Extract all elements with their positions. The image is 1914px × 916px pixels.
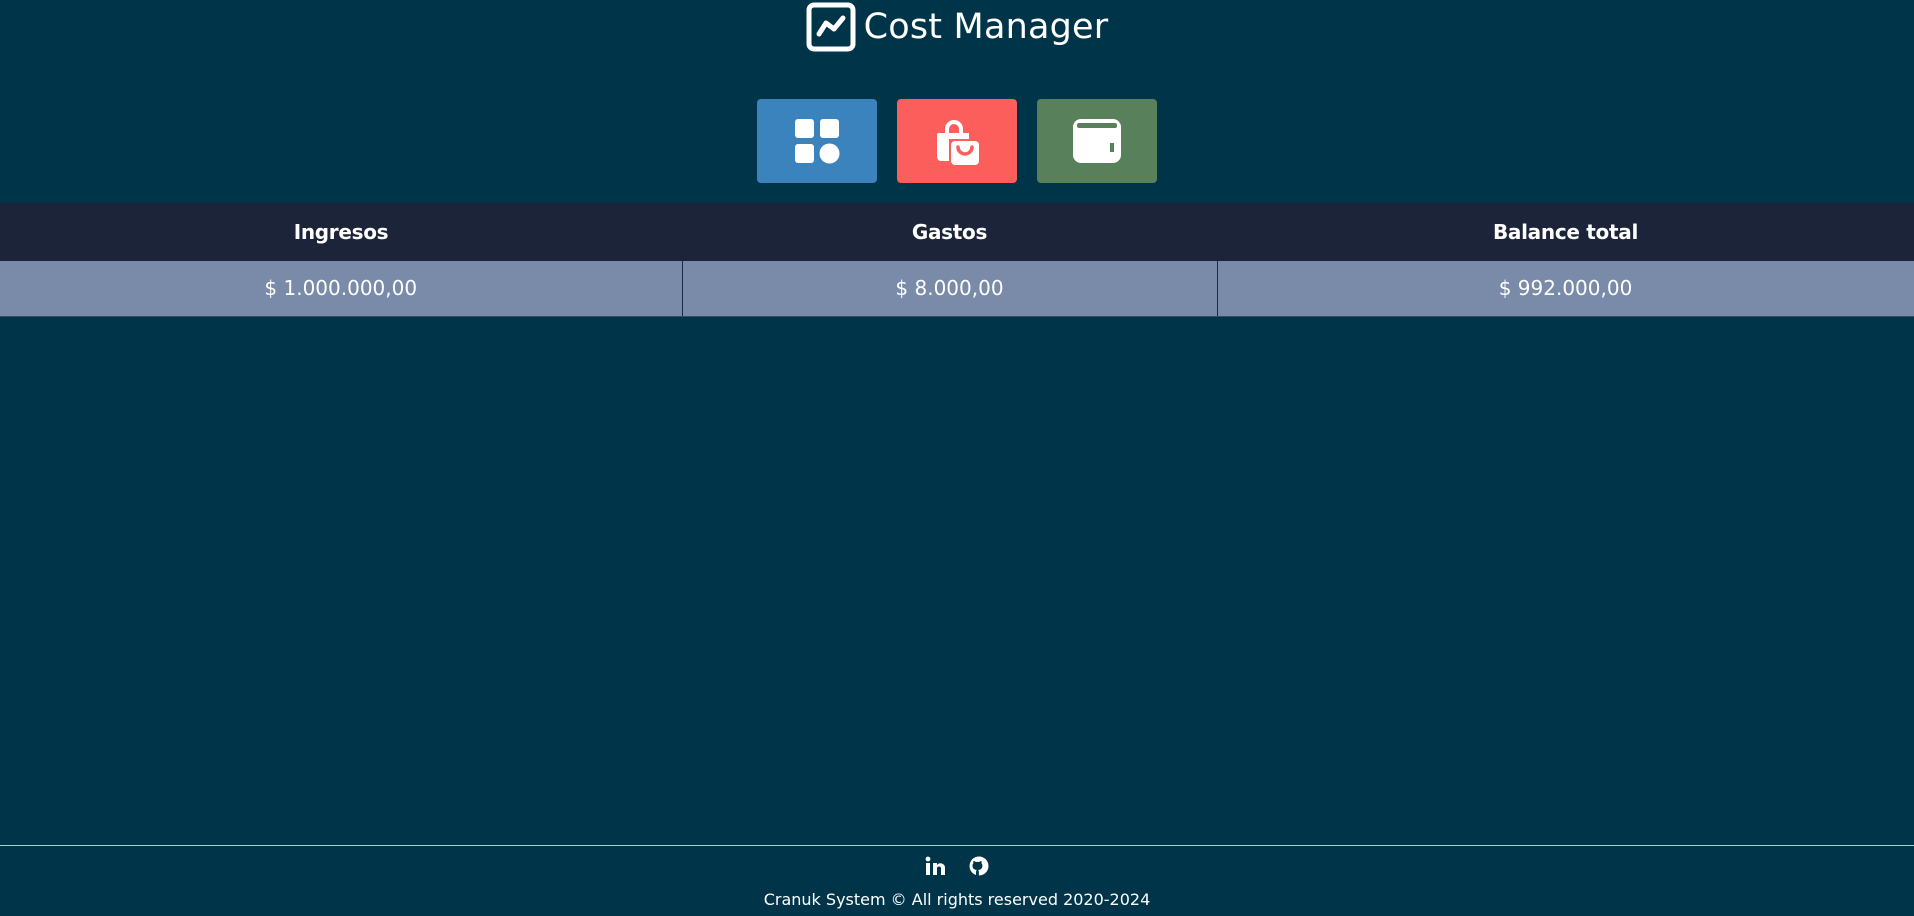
wallet-icon [1073, 119, 1121, 163]
app-title: Cost Manager [863, 7, 1109, 47]
income-header: Ingresos [293, 220, 389, 244]
table-header-row: Ingresos Gastos Balance total [0, 203, 1914, 261]
balance-header: Balance total [1492, 220, 1639, 244]
app-header: Cost Manager [0, 2, 1914, 52]
table-row: $ 1.000.000,00 $ 8.000,00 $ 992.000,00 [0, 261, 1914, 317]
income-button[interactable] [1037, 99, 1157, 183]
github-icon[interactable] [968, 855, 990, 877]
shopping-bags-icon [937, 120, 979, 165]
expenses-button[interactable] [897, 99, 1017, 183]
linkedin-icon[interactable] [924, 855, 946, 877]
action-toolbar [0, 99, 1914, 183]
balance-value: $ 992.000,00 [1216, 261, 1914, 317]
income-value: $ 1.000.000,00 [0, 261, 683, 317]
dashboard-grid-icon [795, 119, 840, 164]
footer-divider [0, 845, 1914, 846]
app-page: Cost Manager Ingresos Gastos Balance tot… [0, 0, 1914, 916]
dashboard-button[interactable] [757, 99, 877, 183]
expenses-header: Gastos [911, 220, 988, 244]
social-links [0, 855, 1914, 879]
chart-line-icon [806, 2, 856, 52]
balance-summary-table: Ingresos Gastos Balance total $ 1.000.00… [0, 203, 1914, 317]
expenses-value: $ 8.000,00 [681, 261, 1218, 317]
copyright-text: Cranuk System © All rights reserved 2020… [763, 890, 1151, 909]
